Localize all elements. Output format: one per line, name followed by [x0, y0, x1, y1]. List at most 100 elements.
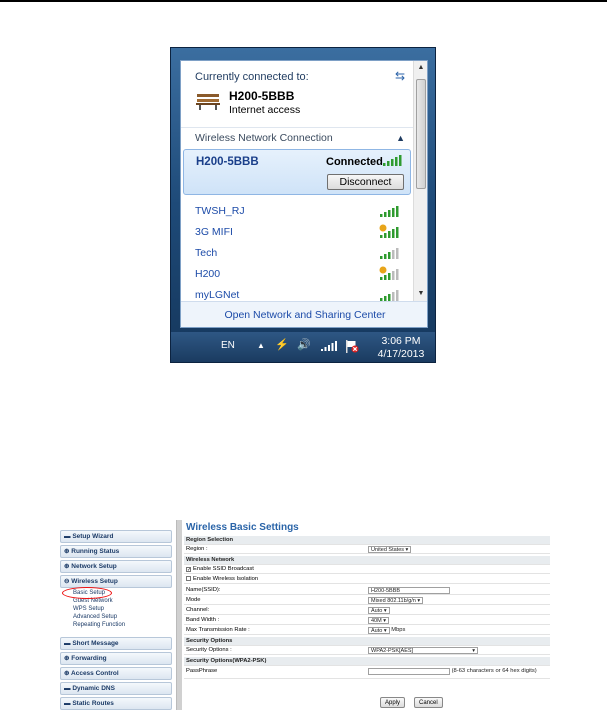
signal-strength-icon — [380, 290, 399, 301]
mode-select[interactable]: Mixed 802.11b/g/n ▾ — [368, 596, 424, 604]
passphrase-label: PassPhrase — [186, 668, 218, 674]
region-row: Region : United States ▾ — [184, 545, 550, 554]
channel-select[interactable]: Auto ▾ — [368, 606, 390, 614]
ssid-label: Name(SSID): — [186, 587, 221, 593]
ssid-input[interactable]: H200-5BBB — [368, 586, 450, 594]
nav-sub-repeating-function[interactable]: Repeating Function — [73, 621, 125, 629]
taskbar: EN ▲ ⚡ 🔊 3:06 PM 4/17/2013 — [171, 332, 435, 362]
collapse-caret-icon[interactable]: ▲ — [396, 128, 405, 148]
current-network-name: H200-5BBB — [229, 89, 295, 103]
router-main-panel: Wireless Basic Settings Region Selection… — [184, 520, 550, 710]
nav-wireless-setup[interactable]: ⊖ Wireless Setup — [60, 575, 172, 588]
nav-sub-advanced-setup[interactable]: Advanced Setup — [73, 613, 117, 621]
network-list-scrollbar[interactable]: ▲ ▼ — [413, 61, 427, 301]
wireless-section-title: Wireless Network Connection — [195, 132, 333, 144]
rate-row: Max Transmission Rate : Auto ▾ Mbps — [184, 626, 550, 635]
wifi-flyout: Currently connected to: ⇆ H200-5BBB Inte… — [170, 47, 436, 363]
region-section-header: Region Selection — [184, 536, 550, 545]
router-sidebar: ▬ Setup Wizard ⊕ Running Status ⊕ Networ… — [58, 520, 178, 710]
network-item-twsh-rj[interactable]: TWSH_RJ — [195, 203, 409, 219]
ssid-row: Name(SSID): H200-5BBB — [184, 586, 550, 595]
page-title: Wireless Basic Settings — [186, 522, 299, 533]
security-row: Security Options : WPA2-PSK[AES] ▾ — [184, 646, 550, 655]
apply-button[interactable]: Apply — [380, 697, 406, 708]
rate-select[interactable]: Auto ▾ — [368, 626, 390, 634]
selected-network-name: H200-5BBB — [196, 156, 259, 168]
sidebar-splitter[interactable] — [176, 520, 182, 710]
wireless-section-header[interactable]: Wireless Network Connection ▲ — [181, 127, 413, 147]
region-value: United States — [371, 546, 405, 553]
ssid-broadcast-row: ✓ Enable SSID Broadcast — [184, 565, 550, 574]
nav-access-control[interactable]: ⊕ Access Control — [60, 667, 172, 680]
security-section-header: Security Options — [184, 637, 550, 646]
volume-icon[interactable]: 🔊 — [297, 338, 311, 351]
nav-setup-wizard[interactable]: ▬ Setup Wizard — [60, 530, 172, 543]
nav-forwarding[interactable]: ⊕ Forwarding — [60, 652, 172, 665]
rate-label: Max Transmission Rate : — [186, 627, 250, 633]
nav-network-setup[interactable]: ⊕ Network Setup — [60, 560, 172, 573]
cancel-button[interactable]: Cancel — [414, 697, 443, 708]
security-label: Security Options : — [186, 647, 232, 653]
action-center-flag-icon[interactable] — [345, 340, 359, 353]
network-tray-icon[interactable] — [321, 341, 337, 351]
nav-sub-wps-setup[interactable]: WPS Setup — [73, 605, 104, 613]
region-select[interactable]: United States ▾ — [368, 545, 412, 553]
mode-row: Mode Mixed 802.11b/g/n ▾ — [184, 596, 550, 605]
bandwidth-row: Band Width : 40M ▾ — [184, 616, 550, 625]
channel-label: Channel: — [186, 607, 210, 613]
nav-label: Static Routes — [72, 700, 114, 707]
router-admin-screenshot: ▬ Setup Wizard ⊕ Running Status ⊕ Networ… — [58, 520, 550, 710]
ssid-broadcast-label: Enable SSID Broadcast — [193, 566, 254, 572]
security-select[interactable]: WPA2-PSK[AES] ▾ — [368, 646, 478, 654]
nav-running-status[interactable]: ⊕ Running Status — [60, 545, 172, 558]
nav-short-message[interactable]: ▬ Short Message — [60, 637, 172, 650]
rate-unit: Mbps — [391, 627, 406, 633]
bandwidth-value: 40M — [371, 617, 382, 624]
selected-network-status: Connected — [326, 156, 383, 168]
current-network-access: Internet access — [229, 104, 301, 116]
nav-static-routes[interactable]: ▬ Static Routes — [60, 697, 172, 710]
nav-label: Setup Wizard — [72, 533, 114, 540]
network-item-label: 3G MIFI — [195, 226, 233, 238]
taskbar-clock-date[interactable]: 4/17/2013 — [371, 348, 431, 360]
mode-value: Mixed 802.11b/g/n — [371, 597, 416, 604]
bandwidth-select[interactable]: 40M ▾ — [368, 616, 389, 624]
nav-label: Short Message — [72, 640, 119, 647]
secured-signal-icon — [379, 266, 399, 280]
passphrase-row: PassPhrase (8-63 characters or 64 hex di… — [184, 667, 550, 679]
network-item-label: TWSH_RJ — [195, 205, 245, 217]
signal-strength-icon — [380, 206, 399, 217]
refresh-icon[interactable]: ⇆ — [395, 69, 405, 83]
scroll-down-arrow-icon[interactable]: ▼ — [414, 287, 427, 301]
scroll-up-arrow-icon[interactable]: ▲ — [414, 61, 427, 75]
scroll-thumb[interactable] — [416, 79, 426, 189]
rate-value: Auto — [371, 627, 383, 634]
nav-label: Forwarding — [71, 655, 107, 662]
nav-label: Wireless Setup — [71, 578, 118, 585]
flyout-panel: Currently connected to: ⇆ H200-5BBB Inte… — [180, 60, 428, 328]
isolation-checkbox[interactable] — [186, 575, 191, 581]
signal-strength-icon — [380, 248, 399, 259]
ssid-broadcast-checkbox[interactable]: ✓ — [186, 566, 191, 572]
network-item-3g-mifi[interactable]: 3G MIFI — [195, 224, 409, 240]
network-item-tech[interactable]: Tech — [195, 245, 409, 261]
network-item-h200[interactable]: H200 — [195, 266, 409, 282]
show-hidden-icons-arrow-icon[interactable]: ▲ — [257, 341, 265, 350]
wireless-section-header: Wireless Network — [184, 556, 550, 565]
passphrase-input[interactable] — [368, 667, 450, 675]
bandwidth-label: Band Width : — [186, 617, 220, 623]
nav-dynamic-dns[interactable]: ▬ Dynamic DNS — [60, 682, 172, 695]
selected-network-item[interactable]: H200-5BBB Connected Disconnect — [183, 149, 411, 195]
isolation-row: Enable Wireless Isolation — [184, 575, 550, 584]
region-label: Region : — [186, 546, 208, 552]
disconnect-button[interactable]: Disconnect — [327, 174, 404, 190]
bench-icon — [196, 94, 220, 110]
sharing-center-bar: Open Network and Sharing Center — [181, 301, 427, 327]
network-sharing-center-link[interactable]: Open Network and Sharing Center — [181, 309, 427, 321]
power-plug-icon[interactable]: ⚡ — [275, 338, 289, 351]
language-indicator[interactable]: EN — [221, 340, 235, 351]
taskbar-clock-time[interactable]: 3:06 PM — [373, 335, 429, 347]
channel-value: Auto — [371, 607, 383, 614]
nav-label: Network Setup — [71, 563, 117, 570]
network-item-label: H200 — [195, 268, 221, 280]
